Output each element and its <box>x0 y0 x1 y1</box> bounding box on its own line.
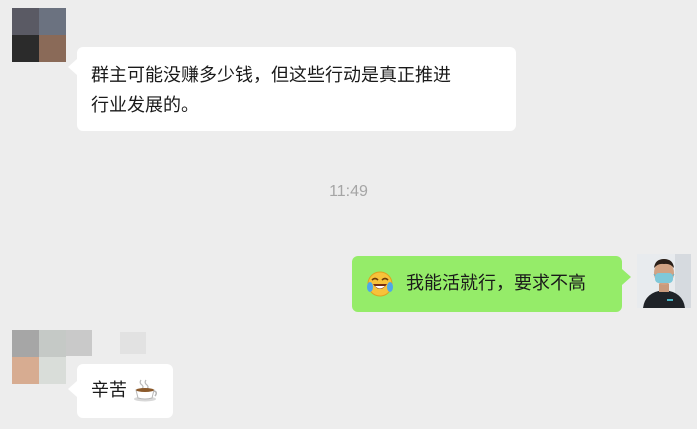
blurred-avatar-fragment <box>120 332 146 354</box>
message-text-line-2: 行业发展的。 <box>91 95 199 116</box>
bubble-tail <box>68 59 77 75</box>
avatar-sender-1[interactable] <box>12 8 66 62</box>
bubble-tail <box>68 381 77 397</box>
blurred-avatar-fragment <box>66 330 92 356</box>
message-bubble[interactable]: 辛苦 <box>77 364 173 418</box>
message-text: 辛苦 <box>91 380 127 401</box>
message-bubble[interactable]: 群主可能没赚多少钱，但这些行动是真正推进 行业发展的。 <box>77 47 516 131</box>
coffee-cup-icon <box>134 379 158 402</box>
bubble-tail <box>622 269 631 285</box>
message-text: 我能活就行，要求不高 <box>406 273 586 294</box>
chat-timestamp: 11:49 <box>329 183 368 200</box>
avatar-sender-2[interactable] <box>12 330 66 384</box>
self-photo <box>637 254 691 308</box>
message-text-line-1: 群主可能没赚多少钱，但这些行动是真正推进 <box>91 65 451 86</box>
message-bubble-self[interactable]: 我能活就行，要求不高 <box>352 256 622 312</box>
avatar-self[interactable] <box>637 254 691 308</box>
laughing-crying-face-icon <box>367 271 393 297</box>
